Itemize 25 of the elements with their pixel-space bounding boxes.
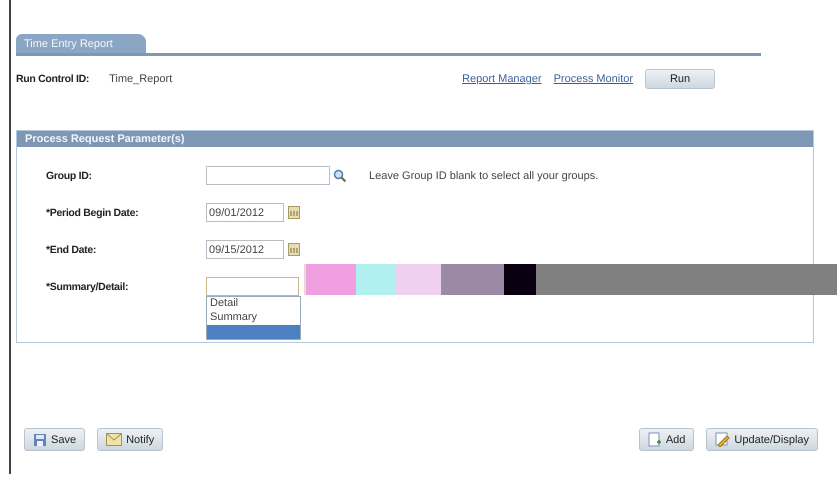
field-label: Group ID: bbox=[46, 170, 93, 182]
date-field[interactable]: 09/15/2012 bbox=[206, 240, 284, 259]
run-control-value: Time_Report bbox=[109, 73, 174, 85]
search-icon[interactable] bbox=[333, 168, 347, 182]
dropdown-field[interactable] bbox=[206, 277, 299, 296]
document-plus-icon bbox=[648, 432, 662, 447]
hint-text: Leave Group ID blank to select all your groups. bbox=[369, 170, 598, 182]
link[interactable]: Process Monitor bbox=[554, 73, 634, 85]
run-button[interactable]: Run bbox=[645, 69, 716, 89]
link[interactable]: Report Manager bbox=[462, 73, 542, 85]
field-label: *Period Begin Date: bbox=[46, 206, 140, 218]
panel-title: Process Request Parameter(s) bbox=[17, 131, 813, 147]
field-label: *End Date: bbox=[46, 244, 98, 256]
field-label: Run Control ID: bbox=[16, 73, 90, 85]
date-field[interactable]: 09/01/2012 bbox=[206, 203, 284, 222]
input-field[interactable] bbox=[206, 166, 330, 185]
envelope-icon bbox=[106, 433, 122, 446]
calendar-icon[interactable] bbox=[288, 243, 300, 256]
pencil-icon bbox=[715, 432, 730, 447]
notify-button[interactable]: Notify bbox=[97, 428, 164, 451]
field-label: *Summary/Detail: bbox=[46, 280, 130, 292]
save-button[interactable]: Save bbox=[24, 428, 86, 451]
update-button[interactable]: Update/Display bbox=[706, 428, 818, 451]
add-button[interactable]: Add bbox=[638, 428, 694, 451]
calendar-icon[interactable] bbox=[288, 206, 300, 219]
